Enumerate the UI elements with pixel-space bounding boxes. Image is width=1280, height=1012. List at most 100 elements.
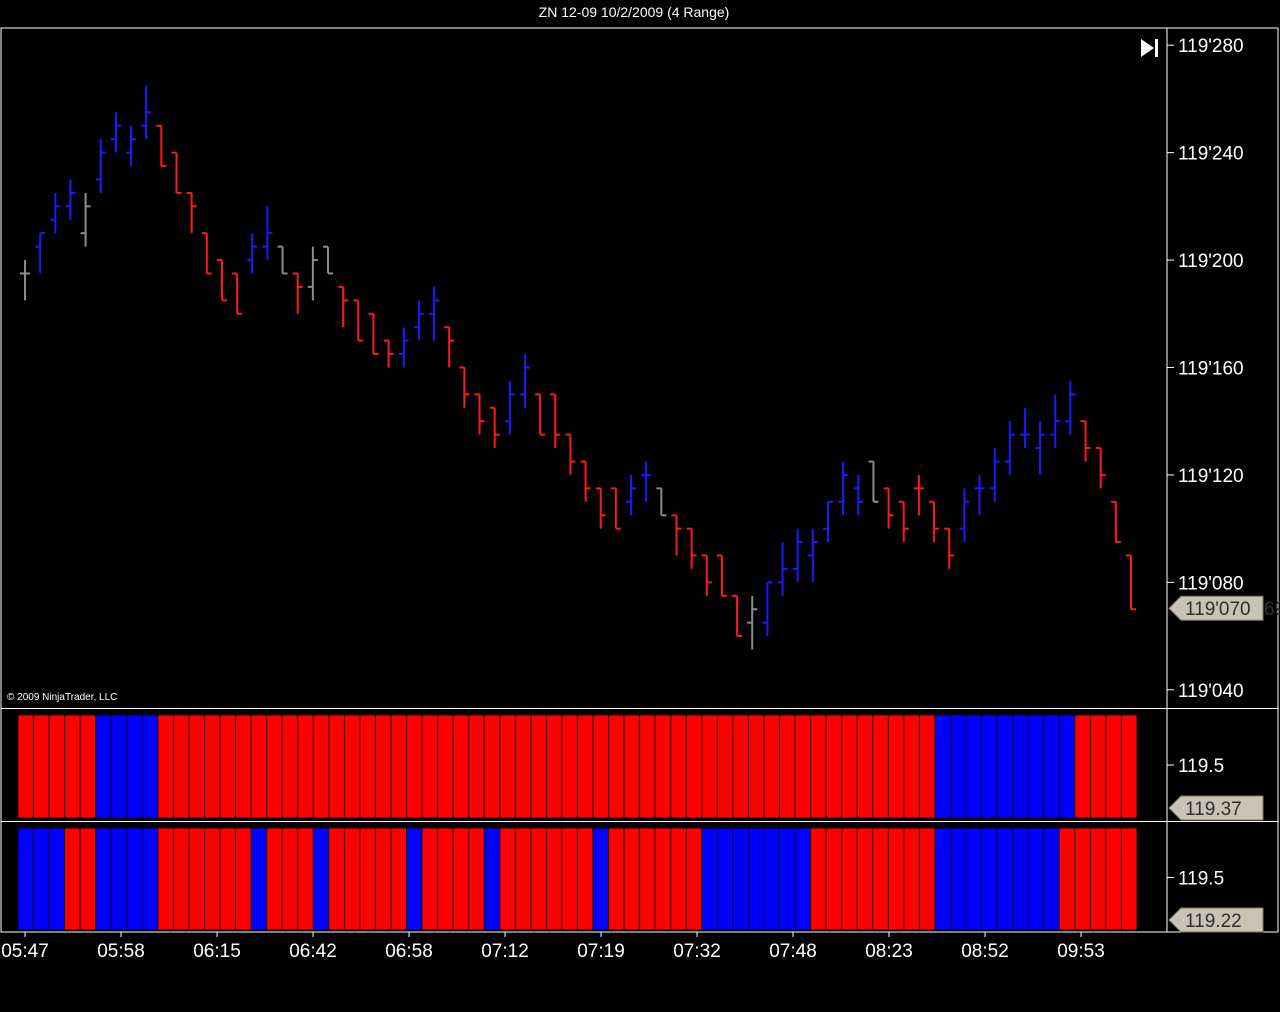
histogram-bar bbox=[79, 714, 97, 819]
histogram-bar bbox=[950, 714, 967, 819]
ohlc-bar bbox=[126, 125, 137, 167]
histogram-bar bbox=[499, 827, 516, 931]
histogram-bar bbox=[810, 827, 827, 931]
histogram-bar bbox=[546, 827, 563, 931]
ohlc-bar bbox=[489, 406, 500, 449]
ohlc-bar bbox=[323, 245, 334, 275]
histogram-bar bbox=[903, 827, 920, 931]
histogram-bar bbox=[421, 827, 439, 931]
x-tick-label: 06:58 bbox=[385, 941, 433, 962]
ohlc-bar bbox=[1035, 421, 1046, 475]
histogram-bar bbox=[716, 827, 734, 931]
histogram-bar bbox=[483, 714, 501, 819]
ohlc-bar bbox=[247, 233, 258, 274]
histogram-bar bbox=[1043, 827, 1060, 931]
ohlc-bar bbox=[338, 285, 349, 328]
histogram-bar bbox=[608, 714, 625, 819]
histogram-bar bbox=[452, 827, 470, 931]
histogram-bar bbox=[654, 714, 672, 819]
histogram-bar bbox=[328, 827, 345, 931]
histogram-bar bbox=[670, 714, 687, 819]
ohlc-bar bbox=[80, 192, 91, 247]
histogram-bar bbox=[934, 827, 951, 931]
histogram-bar bbox=[157, 714, 174, 819]
ohlc-bar bbox=[186, 191, 197, 234]
ohlc-bar bbox=[262, 206, 273, 261]
x-tick-label: 08:23 bbox=[865, 941, 913, 962]
y-tick-label: 119'200 bbox=[1178, 251, 1244, 272]
histogram-bar bbox=[250, 827, 268, 931]
histogram-bar bbox=[64, 827, 81, 931]
histogram-bar bbox=[1074, 714, 1091, 819]
ohlc-bar bbox=[292, 272, 303, 314]
ohlc-bar bbox=[156, 124, 167, 168]
ohlc-bar bbox=[232, 272, 243, 315]
x-tick-label: 06:42 bbox=[289, 941, 337, 962]
histogram-bar bbox=[1074, 827, 1091, 931]
histogram-bar bbox=[623, 827, 641, 931]
ohlc-bar bbox=[171, 151, 182, 194]
histogram-bar bbox=[266, 714, 283, 819]
ohlc-bar bbox=[656, 487, 667, 517]
histogram-bar bbox=[530, 714, 547, 819]
histogram-bar bbox=[219, 714, 236, 819]
histogram-bar bbox=[126, 827, 143, 931]
chart-canvas[interactable]: 119'280 119'240 119'200 119'160 119'120 119'0… bbox=[0, 0, 1280, 1012]
histogram-bar bbox=[499, 714, 516, 819]
indicator-1-histogram bbox=[17, 714, 1138, 819]
x-tick-label: 07:19 bbox=[577, 941, 625, 962]
histogram-bar bbox=[716, 714, 734, 819]
y-tick-label: 119'240 bbox=[1178, 144, 1244, 165]
histogram-bar bbox=[887, 827, 905, 931]
ohlc-bar bbox=[459, 366, 470, 408]
x-axis: 05:47 05:58 06:15 06:42 06:58 07:12 07:19 07:32… bbox=[1, 932, 1105, 962]
ohlc-bar bbox=[20, 260, 30, 301]
ohlc-bar bbox=[353, 299, 364, 342]
ohlc-bar bbox=[944, 527, 955, 569]
histogram-bar bbox=[825, 827, 843, 931]
histogram-bar bbox=[390, 714, 407, 819]
histogram-bar bbox=[48, 714, 66, 819]
histogram-bar bbox=[623, 714, 641, 819]
y-axis: 119'280 119'240 119'200 119'160 119'120 119'0… bbox=[1167, 36, 1244, 890]
histogram-bar bbox=[887, 714, 905, 819]
histogram-bar bbox=[965, 714, 982, 819]
histogram-bar bbox=[996, 714, 1014, 819]
histogram-bar bbox=[1121, 714, 1138, 819]
histogram-bar bbox=[343, 827, 361, 931]
histogram-bar bbox=[561, 714, 578, 819]
ohlc-bar bbox=[853, 474, 864, 516]
ohlc-bar bbox=[141, 85, 152, 140]
ohlc-bar bbox=[216, 259, 227, 302]
histogram-bar bbox=[1089, 714, 1107, 819]
ohlc-bar bbox=[307, 246, 318, 301]
ohlc-bar bbox=[444, 326, 455, 368]
histogram-bar bbox=[110, 827, 128, 931]
ohlc-bar bbox=[595, 487, 606, 529]
histogram-bar bbox=[1012, 827, 1029, 931]
histogram-bar bbox=[872, 827, 889, 931]
play-to-end-icon[interactable] bbox=[1137, 36, 1161, 60]
y-tick-label: 119.5 bbox=[1178, 756, 1224, 777]
histogram-bar bbox=[685, 714, 703, 819]
histogram-bar bbox=[281, 714, 299, 819]
histogram-bar bbox=[157, 827, 174, 931]
ohlc-bar bbox=[762, 581, 773, 637]
ohlc-bar bbox=[550, 393, 561, 449]
ohlc-bar bbox=[201, 232, 212, 275]
histogram-bar bbox=[188, 827, 205, 931]
histogram-bar bbox=[64, 714, 81, 819]
histogram-bar bbox=[281, 827, 299, 931]
last-price-suffix: 69 bbox=[1264, 599, 1280, 620]
ohlc-bar bbox=[929, 500, 940, 543]
histogram-bar bbox=[48, 827, 66, 931]
histogram-bar bbox=[903, 714, 920, 819]
ohlc-bar bbox=[1050, 394, 1061, 449]
histogram-bar bbox=[701, 714, 718, 819]
ohlc-bar bbox=[883, 487, 894, 529]
ohlc-bar bbox=[429, 286, 440, 341]
ohlc-bar bbox=[701, 554, 712, 596]
histogram-bar bbox=[1089, 827, 1107, 931]
histogram-bar bbox=[33, 827, 50, 931]
ohlc-bar bbox=[822, 500, 833, 543]
